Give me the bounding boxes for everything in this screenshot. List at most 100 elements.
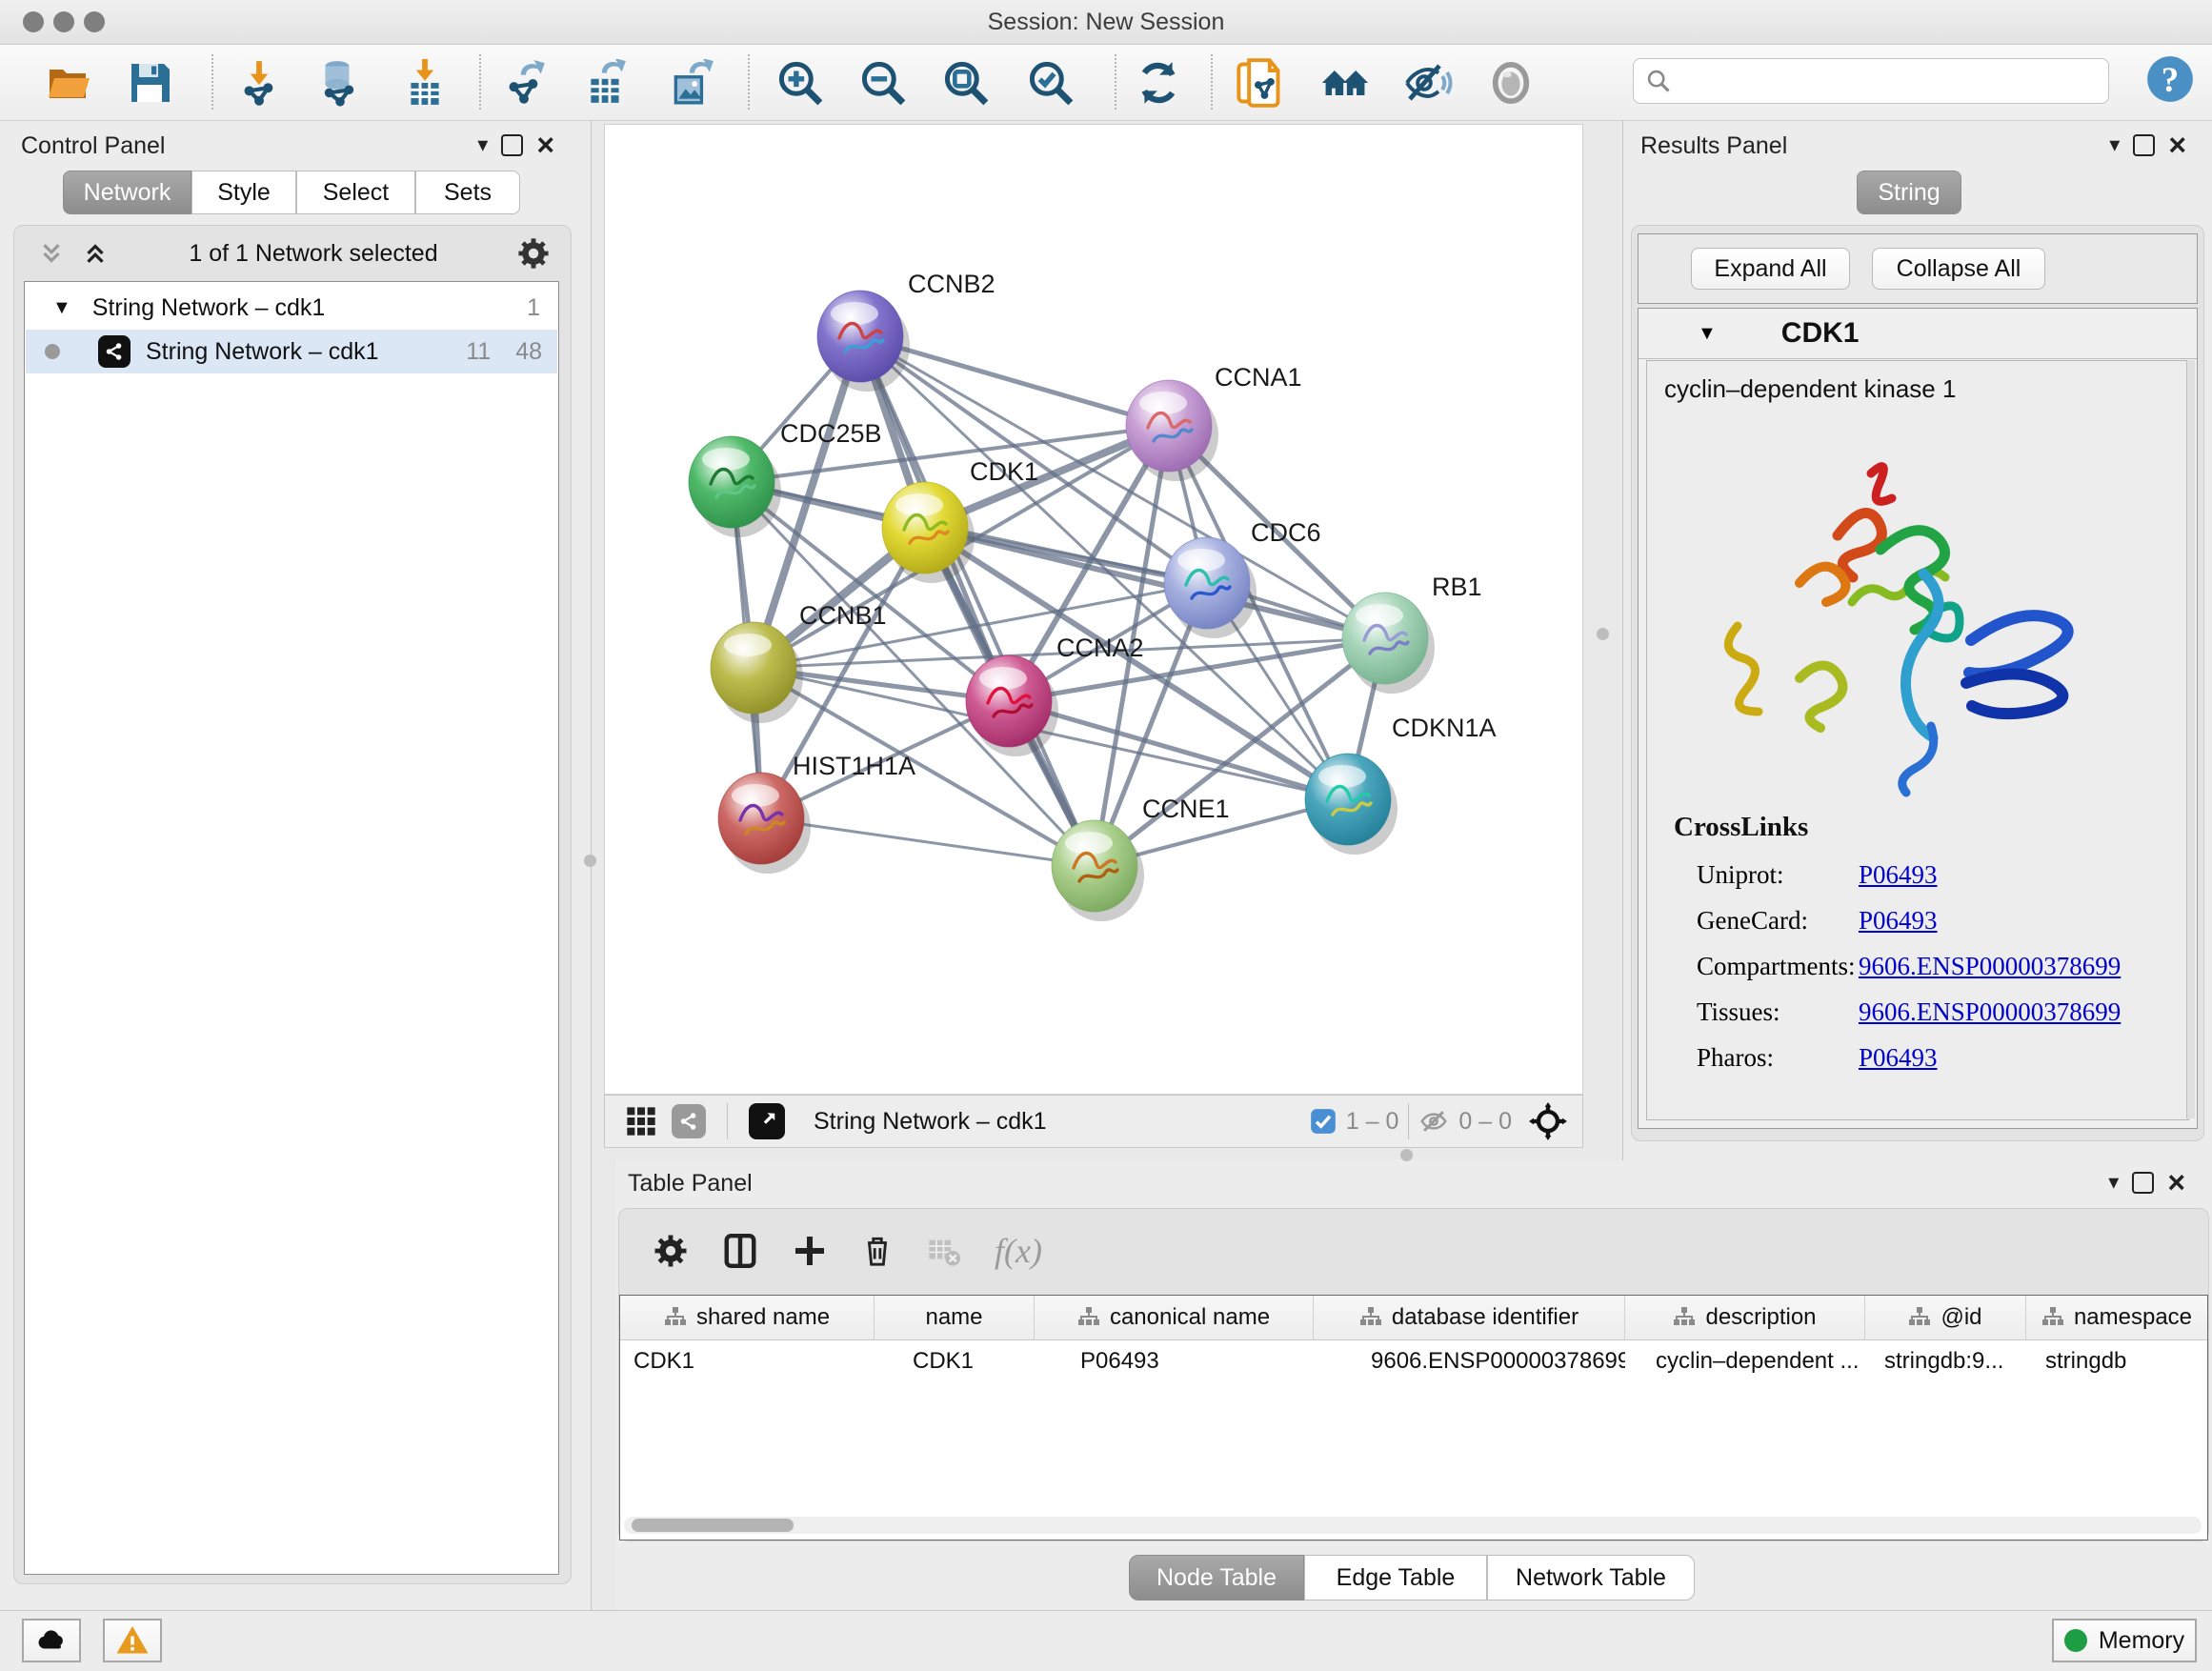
search-input[interactable] [1633, 58, 2109, 104]
gene-collapse-icon[interactable]: ▼ [1698, 323, 1717, 345]
network-options-gear-icon[interactable] [517, 237, 550, 270]
network-edge[interactable] [761, 818, 1095, 866]
network-node-CCNB2[interactable]: CCNB2 [817, 270, 995, 392]
selected-count: 1 – 0 [1346, 1108, 1399, 1136]
save-session-icon[interactable] [126, 58, 175, 108]
table-panel-close-icon[interactable]: × [2167, 1174, 2185, 1192]
gene-symbol: CDK1 [1781, 317, 1860, 350]
network-node-CDC6[interactable]: CDC6 [1164, 518, 1321, 638]
import-network-file-icon[interactable] [234, 58, 284, 108]
crosslink-pharos-link[interactable]: P06493 [1859, 1043, 1938, 1073]
collapse-all-tree-icon[interactable] [81, 239, 110, 268]
network-node-CDKN1A[interactable]: CDKN1A [1305, 714, 1497, 855]
crosslink-compartments-link[interactable]: 9606.ENSP00000378699 [1859, 952, 2121, 981]
network-node-CCNE1[interactable]: CCNE1 [1052, 795, 1230, 921]
node-label: CDC6 [1251, 518, 1321, 547]
delete-table-icon[interactable] [928, 1235, 960, 1267]
network-node-HIST1H1A[interactable]: HIST1H1A [718, 752, 915, 874]
network-node-RB1[interactable]: RB1 [1342, 573, 1482, 694]
warning-button[interactable] [103, 1619, 162, 1662]
function-builder-icon[interactable]: f(x) [995, 1231, 1042, 1271]
tree-expand-icon[interactable]: ▼ [52, 297, 71, 319]
import-table-file-icon[interactable] [400, 58, 450, 108]
birdseye-toggle-icon[interactable] [749, 1103, 785, 1139]
results-panel-menu-icon[interactable]: ▾ [2109, 132, 2120, 157]
title-bar: Session: New Session [0, 0, 2212, 45]
zoom-fit-icon[interactable] [941, 58, 991, 108]
help-icon[interactable]: ? [2145, 54, 2195, 104]
network-edge[interactable] [860, 336, 1095, 866]
collapse-all-button[interactable]: Collapse All [1872, 248, 2045, 290]
protein-structure-image [1685, 421, 2095, 802]
table-panel-float-icon[interactable] [2132, 1172, 2154, 1194]
crosslink-uniprot-link[interactable]: P06493 [1859, 860, 1938, 890]
network-collection-row[interactable]: ▼ String Network – cdk1 1 [26, 286, 557, 330]
column-header-shared-name[interactable]: shared name [620, 1296, 875, 1339]
zoom-out-icon[interactable] [858, 58, 908, 108]
tab-select[interactable]: Select [296, 171, 415, 214]
import-network-database-icon[interactable] [314, 58, 364, 108]
refresh-layout-icon[interactable] [1134, 58, 1183, 108]
node-label: CCNB2 [908, 270, 995, 298]
bottom-splitter-handle[interactable] [1400, 1149, 1413, 1161]
tab-node-table[interactable]: Node Table [1129, 1555, 1304, 1601]
hidden-eye-icon[interactable] [1418, 1106, 1449, 1137]
add-column-icon[interactable] [793, 1234, 827, 1268]
lens-icon[interactable] [1486, 58, 1536, 108]
crosslink-genecard-link[interactable]: P06493 [1859, 906, 1938, 936]
results-scrollbar[interactable] [2186, 360, 2195, 1118]
column-header-name[interactable]: name [875, 1296, 1035, 1339]
expand-all-tree-icon[interactable] [37, 239, 66, 268]
control-panel-close-icon[interactable]: × [536, 136, 554, 154]
table-hscrollbar-thumb[interactable] [632, 1519, 794, 1532]
table-panel-menu-icon[interactable]: ▾ [2108, 1170, 2119, 1195]
select-columns-icon[interactable] [722, 1233, 758, 1269]
node-label: CCNA2 [1056, 634, 1144, 662]
tab-network[interactable]: Network [63, 171, 191, 214]
control-panel-menu-icon[interactable]: ▾ [477, 132, 488, 157]
column-header-description[interactable]: description [1625, 1296, 1865, 1339]
export-image-icon[interactable] [667, 58, 716, 108]
zoom-in-icon[interactable] [775, 58, 825, 108]
export-network-icon[interactable] [500, 58, 550, 108]
table-gear-icon[interactable] [654, 1234, 688, 1268]
share-view-icon[interactable] [672, 1104, 706, 1138]
houses-icon[interactable] [1320, 58, 1370, 108]
tab-string[interactable]: String [1857, 171, 1961, 214]
left-splitter-handle[interactable] [584, 855, 596, 867]
delete-column-icon[interactable] [861, 1235, 894, 1267]
export-table-icon[interactable] [581, 58, 631, 108]
column-header-id[interactable]: @id [1865, 1296, 2026, 1339]
network-tab-container: 1 of 1 Network selected ▼ String Network… [13, 225, 572, 1584]
crosslink-tissues-link[interactable]: 9606.ENSP00000378699 [1859, 997, 2121, 1027]
hide-glass-effect-icon[interactable] [1403, 58, 1453, 108]
open-session-icon[interactable] [44, 58, 93, 108]
column-header-namespace[interactable]: namespace [2026, 1296, 2207, 1339]
pan-crosshair-icon[interactable] [1529, 1102, 1567, 1140]
selected-checkbox-icon[interactable] [1310, 1108, 1337, 1135]
grid-view-icon[interactable] [626, 1106, 656, 1137]
zoom-selected-icon[interactable] [1026, 58, 1076, 108]
control-panel-float-icon[interactable] [501, 134, 523, 156]
string-import-icon[interactable] [1235, 58, 1284, 108]
network-node-CDC25B[interactable]: CDC25B [689, 419, 882, 537]
expand-all-button[interactable]: Expand All [1691, 248, 1850, 290]
cloud-button[interactable] [22, 1619, 81, 1662]
results-panel-float-icon[interactable] [2133, 134, 2155, 156]
status-bar: Memory [0, 1610, 2212, 1671]
crosslink-label: Tissues: [1697, 997, 1780, 1027]
tab-style[interactable]: Style [191, 171, 296, 214]
tab-network-table[interactable]: Network Table [1487, 1555, 1695, 1601]
column-header-database-identifier[interactable]: database identifier [1314, 1296, 1625, 1339]
tab-sets[interactable]: Sets [415, 171, 520, 214]
column-header-canonical-name[interactable]: canonical name [1035, 1296, 1314, 1339]
network-node-CCNA1[interactable]: CCNA1 [1126, 363, 1302, 481]
network-canvas[interactable]: CCNB2CCNA1CDC25BCDK1CDC6RB1CCNB1CCNA2CDK… [604, 124, 1583, 1095]
tab-edge-table[interactable]: Edge Table [1304, 1555, 1487, 1601]
network-row[interactable]: String Network – cdk1 11 48 [26, 330, 557, 373]
right-splitter-handle[interactable] [1597, 628, 1609, 640]
results-panel-close-icon[interactable]: × [2168, 136, 2186, 154]
table-hscrollbar-track[interactable] [624, 1517, 2202, 1534]
memory-button[interactable]: Memory [2052, 1619, 2197, 1662]
table-row[interactable]: CDK1 CDK1 P06493 9606.ENSP00000378699 cy… [620, 1340, 2207, 1382]
